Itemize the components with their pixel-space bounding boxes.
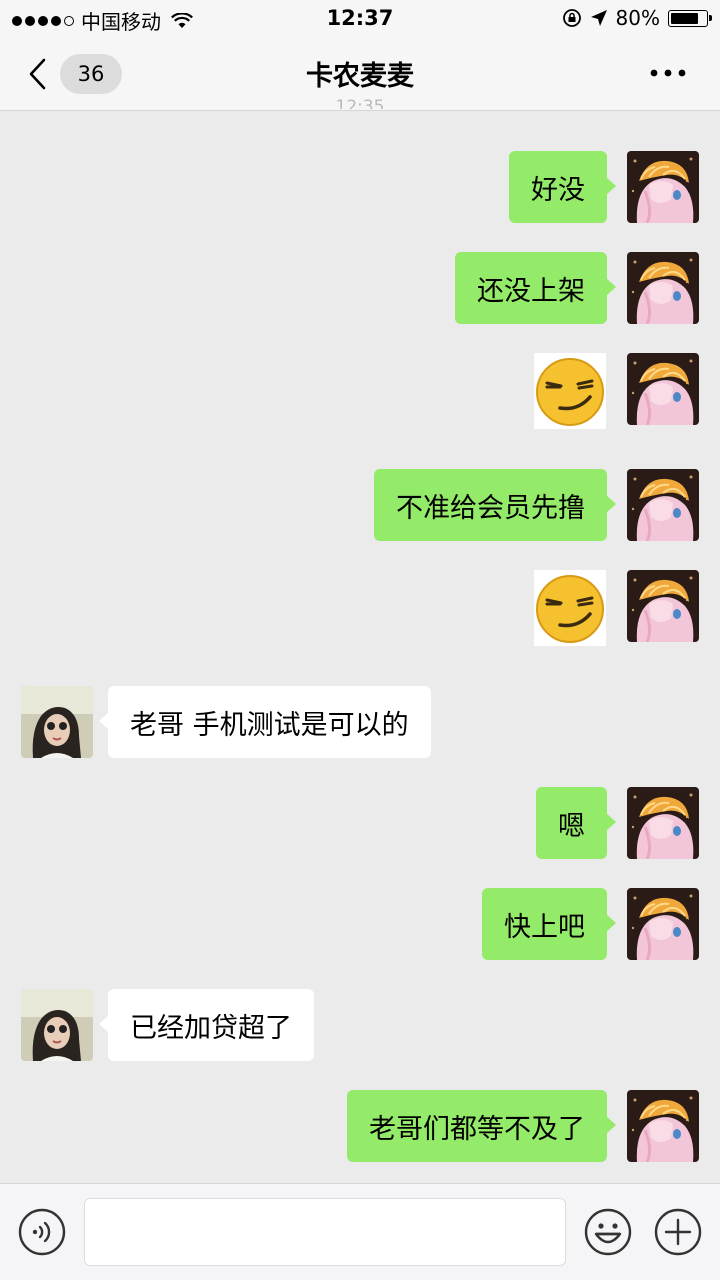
input-bar bbox=[0, 1183, 720, 1280]
more-icon[interactable] bbox=[646, 58, 690, 88]
message-row: 好没 bbox=[0, 151, 720, 223]
message-row bbox=[0, 353, 720, 429]
contact-message-bubble[interactable]: 老哥 手机测试是可以的 bbox=[99, 686, 431, 758]
message-row: 嗯 bbox=[0, 787, 720, 859]
status-right: 80% bbox=[562, 6, 712, 30]
voice-icon[interactable] bbox=[18, 1208, 66, 1256]
my-avatar[interactable] bbox=[627, 1090, 699, 1162]
my-message-bubble[interactable]: 嗯 bbox=[536, 787, 616, 859]
contact-message-bubble[interactable]: 已经加贷超了 bbox=[99, 989, 314, 1061]
message-timestamp: 12:35 bbox=[335, 97, 385, 109]
battery-fill bbox=[671, 12, 699, 24]
message-row: 老哥们都等不及了 bbox=[0, 1090, 720, 1162]
message-row: 快上吧 bbox=[0, 888, 720, 960]
chat-screen: 中国移动 12:37 80% 36 卡农麦麦 12:35 好没 还没上架 不准给… bbox=[0, 0, 720, 1280]
chat-messages[interactable]: 好没 还没上架 不准给会员先撸 老哥 手机测试是可以的 嗯 快上吧 已经加贷超了… bbox=[0, 111, 720, 1183]
orientation-lock-icon bbox=[562, 9, 581, 27]
unread-count-badge: 36 bbox=[60, 54, 122, 94]
my-avatar[interactable] bbox=[627, 151, 699, 223]
smirk-emoji-sticker[interactable] bbox=[534, 570, 606, 646]
my-message-bubble[interactable]: 不准给会员先撸 bbox=[374, 469, 616, 541]
my-avatar[interactable] bbox=[627, 252, 699, 324]
my-avatar[interactable] bbox=[627, 888, 699, 960]
my-avatar[interactable] bbox=[627, 469, 699, 541]
my-message-bubble[interactable]: 还没上架 bbox=[455, 252, 616, 324]
contact-avatar[interactable] bbox=[21, 989, 93, 1061]
my-message-bubble[interactable]: 快上吧 bbox=[482, 888, 616, 960]
my-avatar[interactable] bbox=[627, 787, 699, 859]
chevron-left-icon bbox=[29, 58, 46, 90]
message-row: 已经加贷超了 bbox=[0, 989, 720, 1061]
plus-icon[interactable] bbox=[654, 1208, 702, 1256]
back-button[interactable]: 36 bbox=[28, 52, 128, 96]
my-message-bubble[interactable]: 老哥们都等不及了 bbox=[347, 1090, 616, 1162]
battery-icon bbox=[668, 9, 712, 27]
my-avatar[interactable] bbox=[627, 353, 699, 425]
message-row: 不准给会员先撸 bbox=[0, 469, 720, 541]
message-input[interactable] bbox=[84, 1198, 566, 1266]
location-arrow-icon bbox=[590, 10, 607, 26]
message-row: 还没上架 bbox=[0, 252, 720, 324]
emoji-icon[interactable] bbox=[584, 1208, 632, 1256]
my-message-bubble[interactable]: 好没 bbox=[509, 151, 616, 223]
my-avatar[interactable] bbox=[627, 570, 699, 642]
message-row bbox=[0, 570, 720, 646]
contact-avatar[interactable] bbox=[21, 686, 93, 758]
smirk-emoji-sticker[interactable] bbox=[534, 353, 606, 429]
status-bar: 中国移动 12:37 80% bbox=[0, 0, 720, 38]
battery-percent: 80% bbox=[615, 6, 660, 30]
message-row: 老哥 手机测试是可以的 bbox=[0, 686, 720, 758]
chat-title: 卡农麦麦 bbox=[306, 61, 414, 92]
